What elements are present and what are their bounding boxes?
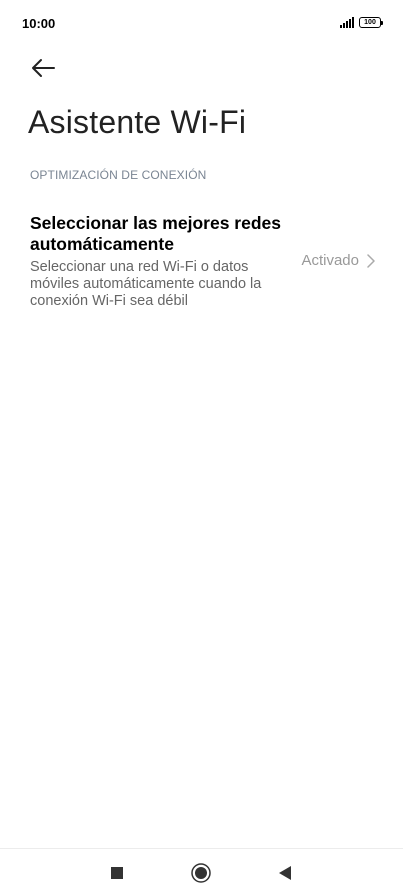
setting-title: Seleccionar las mejores redes automática… (30, 213, 281, 254)
back-button[interactable] (26, 52, 60, 84)
auto-select-networks-setting[interactable]: Seleccionar las mejores redes automática… (0, 205, 403, 325)
chevron-right-icon (367, 253, 375, 268)
status-time: 10:00 (22, 16, 56, 31)
setting-value[interactable]: Activado (301, 252, 375, 269)
home-circle-icon (191, 863, 211, 883)
setting-summary: Seleccionar una red Wi-Fi o datos móvile… (30, 259, 262, 309)
back-nav-button[interactable] (270, 859, 300, 887)
setting-value-label: Activado (301, 252, 359, 269)
battery-icon: 100 (359, 17, 383, 28)
arrow-left-icon (32, 59, 55, 77)
recents-square-icon (111, 867, 123, 879)
navigation-bar (0, 848, 403, 896)
section-header: OPTIMIZACIÓN DE CONEXIÓN (30, 168, 207, 182)
page-title: Asistente Wi-Fi (28, 104, 247, 140)
status-bar: 10:00 100 (0, 0, 403, 48)
recents-button[interactable] (102, 859, 132, 887)
setting-text: Seleccionar las mejores redes automática… (30, 213, 290, 310)
back-triangle-icon (279, 866, 291, 880)
battery-level: 100 (364, 19, 376, 26)
home-button[interactable] (186, 859, 216, 887)
status-icons: 100 (340, 17, 383, 28)
signal-icon (340, 17, 354, 28)
